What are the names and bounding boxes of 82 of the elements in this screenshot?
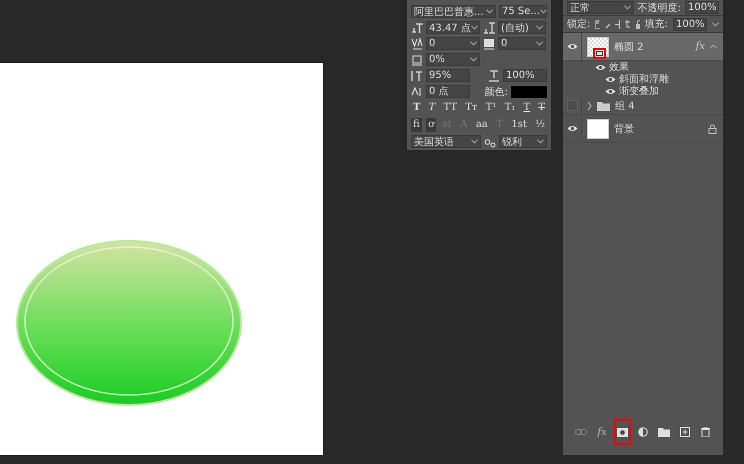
caret-icon[interactable]: [540, 9, 547, 14]
mask-icon: [617, 428, 628, 436]
expand-caret-icon[interactable]: [587, 102, 592, 110]
opentype-button[interactable]: fi: [411, 118, 422, 132]
anti-alias-dropdown[interactable]: 锐利: [499, 135, 547, 148]
half-circle-icon: [638, 427, 648, 437]
folder-icon: [658, 428, 670, 436]
tsume-field[interactable]: 0%: [426, 53, 480, 66]
eye-icon[interactable]: [566, 125, 578, 132]
caret-icon[interactable]: [536, 41, 543, 46]
baseline-shift-field[interactable]: 0 点: [426, 85, 470, 98]
opentype-button[interactable]: ½: [533, 118, 547, 132]
caret-icon[interactable]: [712, 22, 719, 26]
link-icon: [575, 428, 587, 436]
font-family-dropdown[interactable]: 阿里巴巴普惠...: [411, 5, 496, 18]
eye-icon[interactable]: [605, 88, 616, 94]
fx-button[interactable]: fx: [594, 423, 610, 441]
caret-icon[interactable]: [470, 41, 477, 46]
caret-icon[interactable]: [471, 139, 478, 144]
horizontal-scale-icon: [488, 70, 500, 82]
horizontal-scale-field[interactable]: 100%: [503, 69, 547, 82]
text-style-button[interactable]: T₁: [502, 101, 518, 115]
caret-icon[interactable]: [470, 25, 478, 30]
text-style-button[interactable]: TT: [442, 101, 460, 115]
collapse-caret-icon[interactable]: [710, 44, 717, 49]
lock-label: 锁定:: [567, 18, 590, 31]
effect-name: 渐变叠加: [619, 84, 659, 98]
effect-row[interactable]: 斜面和浮雕: [563, 73, 723, 85]
layer-name: 椭圆 2: [614, 40, 644, 54]
kerning-icon: [411, 38, 423, 50]
group-name: 组 4: [615, 100, 635, 112]
text-style-button[interactable]: T¹: [484, 101, 498, 115]
caret-icon[interactable]: [536, 25, 543, 30]
fill-field[interactable]: 100%: [672, 18, 707, 30]
opentype-button[interactable]: 1st: [509, 118, 529, 132]
opacity-label: 不透明度:: [638, 2, 681, 14]
leading-icon: [483, 22, 495, 34]
folder-icon: [597, 100, 610, 110]
opacity-field[interactable]: 100%: [685, 1, 719, 14]
tracking-field[interactable]: 0: [498, 37, 546, 50]
font-size-field[interactable]: 43.47 点: [426, 21, 480, 34]
color-label: 颜色:: [484, 86, 508, 98]
eye-icon[interactable]: [605, 76, 616, 82]
language-dropdown[interactable]: 美国英语: [411, 135, 481, 148]
font-size-icon: [411, 22, 423, 34]
trash-icon: [700, 427, 710, 437]
effect-row[interactable]: 渐变叠加: [563, 85, 723, 97]
opentype-button[interactable]: aa: [474, 118, 490, 132]
vertical-scale-field[interactable]: 95%: [426, 69, 470, 82]
effects-label: 效果: [609, 61, 629, 74]
color-swatch[interactable]: [511, 86, 547, 98]
effect-name: 斜面和浮雕: [619, 72, 669, 86]
layer-row[interactable]: 组 4: [563, 97, 723, 115]
opentype-button[interactable]: ơ: [426, 118, 436, 132]
caret-icon[interactable]: [624, 5, 631, 10]
vertical-scale-icon: [411, 70, 423, 82]
tracking-icon: [483, 38, 495, 50]
blend-mode-dropdown[interactable]: 正常: [567, 1, 634, 14]
caret-icon[interactable]: [537, 139, 544, 144]
leading-field[interactable]: (自动): [498, 21, 546, 34]
text-style-button[interactable]: T: [426, 101, 438, 115]
text-style-button[interactable]: T: [521, 101, 532, 115]
layer-name: 背景: [614, 122, 634, 136]
fill-label: 填充:: [644, 18, 668, 31]
baseline-shift-icon: [411, 86, 423, 98]
effects-label: fx: [696, 41, 705, 52]
font-style-dropdown[interactable]: 75 Se...: [499, 5, 547, 18]
lock-icon[interactable]: [634, 20, 640, 28]
layer-row[interactable]: 背景: [563, 115, 723, 143]
layer-row[interactable]: 椭圆 2 fx: [563, 33, 723, 61]
caret-icon[interactable]: [470, 57, 477, 62]
mask-button[interactable]: [614, 419, 631, 445]
kerning-field[interactable]: 0: [426, 37, 480, 50]
effects-row[interactable]: 效果: [563, 61, 723, 73]
eye-icon[interactable]: [566, 43, 578, 50]
tsume-icon: [411, 54, 423, 66]
plus-square-icon: [680, 427, 690, 437]
text-style-button[interactable]: T: [536, 101, 547, 115]
text-style-button[interactable]: Tт: [463, 101, 480, 115]
caret-icon[interactable]: [486, 9, 493, 14]
text-style-button[interactable]: T: [411, 101, 422, 115]
eye-icon[interactable]: [595, 64, 606, 70]
